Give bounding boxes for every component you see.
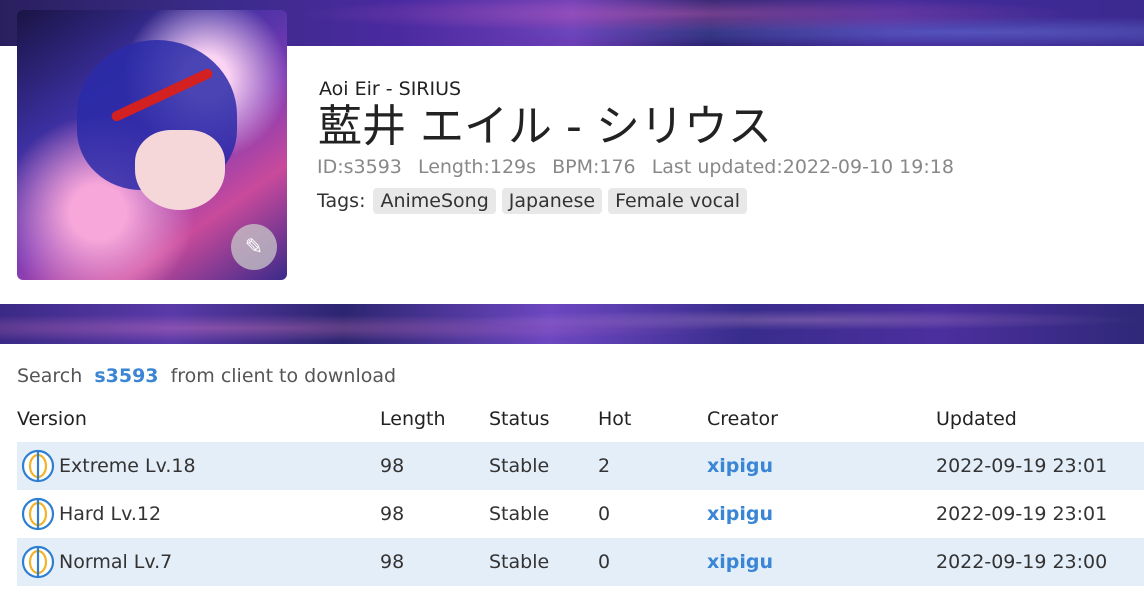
header-hot: Hot [598, 408, 632, 430]
table-row[interactable]: Extreme Lv.18 98 Stable 2 xipigu 2022-09… [17, 442, 1144, 490]
cover-face [135, 130, 225, 210]
search-suffix: from client to download [170, 365, 397, 387]
tags-label: Tags: [317, 190, 366, 212]
hot-cell: 2 [598, 442, 707, 490]
song-subtitle: Aoi Eir - SIRIUS [319, 78, 462, 100]
pencil-icon[interactable]: ✎ [231, 224, 277, 270]
table-row[interactable]: Normal Lv.7 98 Stable 0 xipigu 2022-09-1… [17, 538, 1144, 586]
meta-length: Length:129s [417, 156, 537, 178]
creator-cell: xipigu [707, 538, 936, 586]
updated-cell: 2022-09-19 23:01 [936, 442, 1144, 490]
search-hint: Search s3593 from client to download [17, 365, 396, 387]
updated-cell: 2022-09-19 23:00 [936, 538, 1144, 586]
updated-cell: 2022-09-19 23:01 [936, 490, 1144, 538]
table-row[interactable]: Hard Lv.12 98 Stable 0 xipigu 2022-09-19… [17, 490, 1144, 538]
header-version: Version [17, 408, 87, 430]
tag[interactable]: Japanese [501, 188, 603, 214]
banner-bottom [0, 304, 1144, 344]
search-song-id[interactable]: s3593 [94, 365, 158, 387]
song-title: 藍井 エイル - シリウス [318, 101, 772, 152]
header-status: Status [489, 408, 550, 430]
version-cell: Hard Lv.12 [17, 490, 380, 538]
meta-updated: Last updated:2022-09-10 19:18 [651, 156, 954, 178]
mode-icon [21, 545, 55, 579]
length-cell: 98 [380, 490, 489, 538]
status-cell: Stable [489, 490, 598, 538]
header-length: Length [380, 408, 446, 430]
tag[interactable]: AnimeSong [373, 188, 496, 214]
version-name[interactable]: Normal Lv.7 [59, 551, 172, 573]
mode-icon [21, 497, 55, 531]
creator-link[interactable]: xipigu [707, 551, 773, 573]
cover-art: ✎ [17, 10, 287, 280]
hot-cell: 0 [598, 538, 707, 586]
creator-cell: xipigu [707, 442, 936, 490]
version-cell: Normal Lv.7 [17, 538, 380, 586]
hot-cell: 0 [598, 490, 707, 538]
version-cell: Extreme Lv.18 [17, 442, 380, 490]
meta-id: ID:s3593 [317, 156, 402, 178]
versions-table: Version Length Status Hot Creator Update… [17, 396, 1144, 586]
length-cell: 98 [380, 442, 489, 490]
table-header-row: Version Length Status Hot Creator Update… [17, 396, 1144, 442]
creator-link[interactable]: xipigu [707, 503, 773, 525]
status-cell: Stable [489, 442, 598, 490]
length-cell: 98 [380, 538, 489, 586]
version-name[interactable]: Extreme Lv.18 [59, 455, 196, 477]
mode-icon [21, 449, 55, 483]
tag[interactable]: Female vocal [608, 188, 748, 214]
version-name[interactable]: Hard Lv.12 [59, 503, 161, 525]
status-cell: Stable [489, 538, 598, 586]
creator-cell: xipigu [707, 490, 936, 538]
tag-list: Tags: AnimeSong Japanese Female vocal [317, 188, 748, 214]
search-prefix: Search [17, 365, 83, 387]
creator-link[interactable]: xipigu [707, 455, 773, 477]
song-meta: ID:s3593 Length:129s BPM:176 Last update… [317, 156, 964, 178]
meta-bpm: BPM:176 [552, 156, 636, 178]
header-updated: Updated [936, 408, 1017, 430]
header-creator: Creator [707, 408, 778, 430]
